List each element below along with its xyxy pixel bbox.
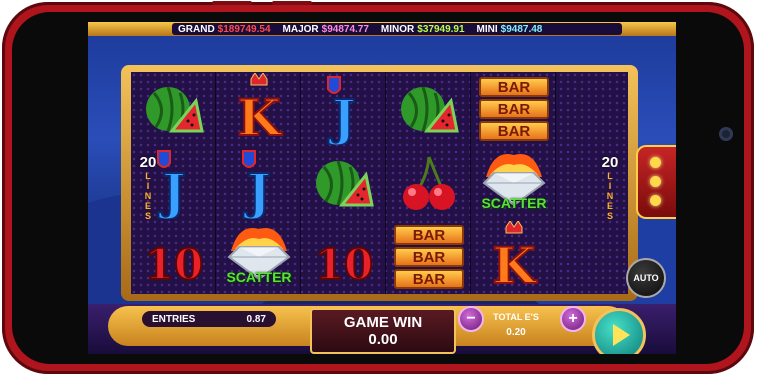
scatter-symbol-text: SCATTER (226, 269, 292, 285)
bar-symbol-text: BAR (394, 269, 464, 289)
svg-text:J: J (243, 162, 271, 219)
volume-button-2 (272, 1, 312, 5)
jackpot-mini: MINI $9487.48 (477, 24, 543, 35)
bar-symbol-text: BAR (394, 247, 464, 267)
volume-button (212, 1, 252, 5)
menu-dot-icon (650, 176, 661, 187)
auto-label: AUTO (633, 273, 659, 283)
increase-bet-button[interactable]: + (560, 306, 586, 332)
reel-cell-K-symbol: K (216, 72, 302, 146)
svg-text:J: J (158, 162, 186, 219)
camera-icon (719, 127, 733, 141)
jackpot-label: GRAND (178, 23, 215, 35)
jackpot-minor: MINOR $37949.91 (381, 24, 465, 35)
lines-indicator-left: 20 LINES (134, 154, 162, 244)
reel-cell-bar-symbol: BAR BAR BAR (471, 72, 557, 146)
reel-cell-watermelon-symbol (301, 146, 387, 220)
game-win-value: 0.00 (368, 331, 398, 348)
play-icon (613, 324, 630, 346)
phone-notch (702, 94, 736, 274)
reel-cell-scatter-symbol: SCATTER (216, 220, 302, 294)
jackpot-major: MAJOR $94874.77 (283, 24, 369, 35)
jackpot-label: MAJOR (282, 23, 319, 35)
entries-label: ENTRIES (152, 313, 196, 325)
menu-dot-icon (650, 157, 661, 168)
reel-cell-J-symbol: J (301, 72, 387, 146)
jackpot-value: $189749.54 (217, 23, 271, 35)
bar-symbol-text: BAR (479, 99, 549, 119)
reel-cell-scatter-symbol: SCATTER (471, 146, 557, 220)
reel-cell-10-symbol: 10 (301, 220, 387, 294)
menu-tab[interactable] (636, 145, 676, 219)
entries-display: ENTRIES 0.87 (142, 311, 276, 327)
game-win-label: GAME WIN (343, 314, 423, 331)
lines-word: LINES (144, 171, 152, 221)
svg-text:J: J (328, 88, 356, 145)
jackpot-value: $37949.91 (417, 23, 465, 35)
lines-count: 20 (139, 154, 157, 171)
jackpot-label: MINI (476, 23, 498, 35)
jackpot-value: $94874.77 (321, 23, 369, 35)
lines-word: LINES (606, 171, 614, 221)
lines-indicator-right: 20 LINES (596, 154, 624, 244)
svg-text:K: K (237, 88, 282, 145)
game-win-display: GAME WIN 0.00 (310, 308, 456, 354)
lines-count: 20 (601, 154, 619, 171)
jackpot-value: $9487.48 (500, 23, 543, 35)
bar-symbol-text: BAR (479, 121, 549, 141)
spin-button[interactable] (592, 308, 646, 354)
reel-cell-J-symbol: J (216, 146, 302, 220)
total-bet-display: TOTAL E'S 0.20 (476, 312, 556, 344)
bar-symbol-text: BAR (479, 77, 549, 97)
scatter-symbol-text: SCATTER (481, 195, 547, 211)
menu-dot-icon (650, 195, 661, 206)
reel-cell-watermelon-symbol (386, 72, 472, 146)
reel-cell-cherry-symbol (386, 146, 472, 220)
svg-text:10: 10 (315, 240, 373, 289)
reel-cell-watermelon-symbol (131, 72, 217, 146)
entries-value: 0.87 (246, 313, 266, 325)
jackpot-bar: GRAND $189749.54 MAJOR $94874.77 MINOR $37949… (88, 22, 676, 36)
svg-text:10: 10 (145, 240, 203, 289)
jackpot-list: GRAND $189749.54 MAJOR $94874.77 MINOR $37949… (172, 23, 622, 35)
plus-icon: + (568, 310, 578, 327)
reel-cell-bar-symbol: BAR BAR BAR (386, 220, 472, 294)
game-screen: GRAND $189749.54 MAJOR $94874.77 MINOR $37949… (88, 22, 676, 354)
total-bet-label: TOTAL E'S (493, 312, 539, 322)
jackpot-label: MINOR (380, 23, 415, 35)
minus-icon: − (466, 310, 476, 327)
reel-cell-K-symbol: K (471, 220, 557, 294)
bar-symbol-text: BAR (394, 225, 464, 245)
total-bet-value: 0.20 (506, 327, 526, 338)
svg-text:K: K (492, 236, 537, 293)
jackpot-grand: GRAND $189749.54 (178, 24, 271, 35)
auto-spin-button[interactable]: AUTO (626, 258, 666, 298)
